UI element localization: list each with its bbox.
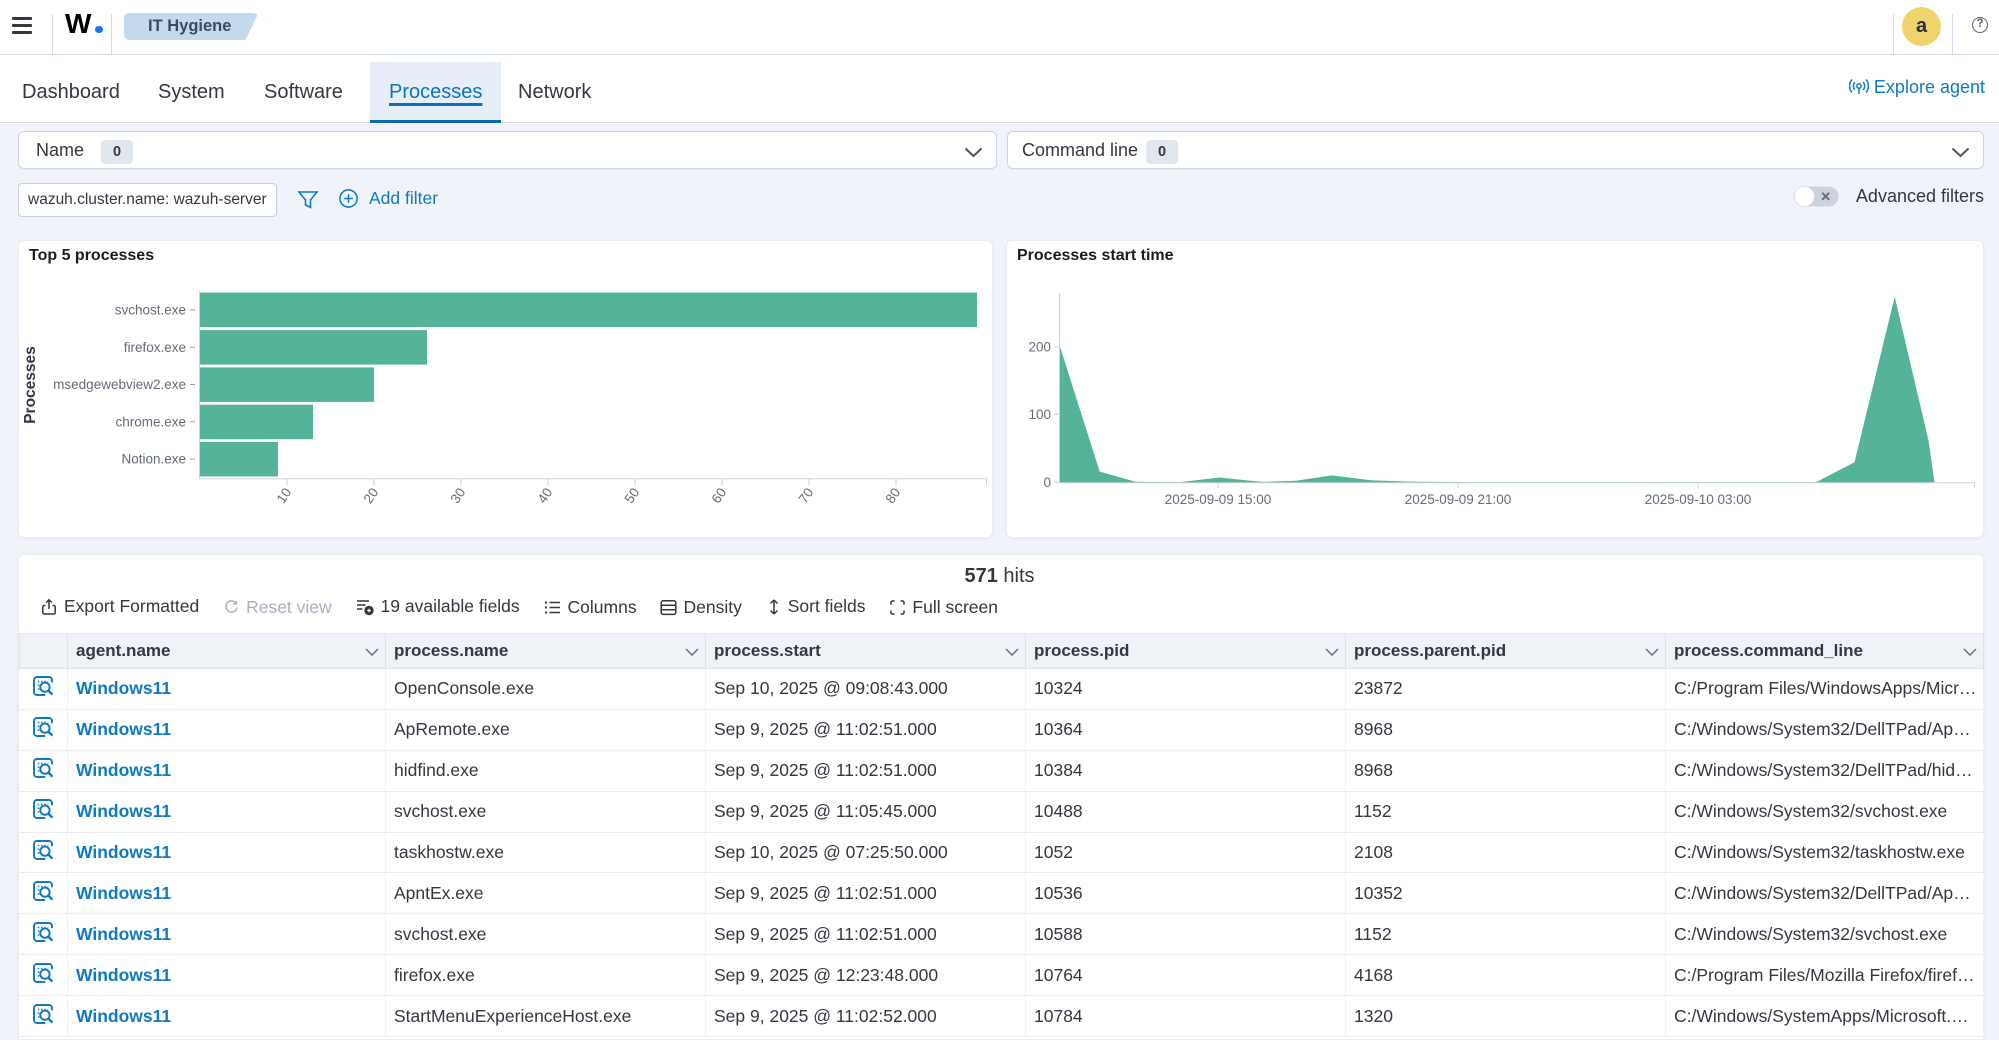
svg-text:2025-09-09 21:00: 2025-09-09 21:00: [1405, 492, 1512, 507]
svg-text:msedgewebview2.exe: msedgewebview2.exe: [53, 377, 186, 392]
svg-text:0: 0: [1043, 475, 1051, 490]
svg-text:50: 50: [622, 485, 643, 506]
svg-text:60: 60: [709, 485, 730, 506]
svg-text:100: 100: [1028, 407, 1051, 422]
svg-text:10: 10: [274, 485, 295, 506]
svg-text:chrome.exe: chrome.exe: [115, 414, 186, 429]
svg-text:firefox.exe: firefox.exe: [124, 340, 186, 355]
svg-text:70: 70: [796, 485, 817, 506]
svg-text:20: 20: [361, 485, 382, 506]
svg-text:Processes: Processes: [22, 346, 39, 424]
svg-text:200: 200: [1028, 340, 1051, 355]
svg-text:Notion.exe: Notion.exe: [121, 452, 186, 467]
svg-text:40: 40: [535, 485, 556, 506]
svg-text:2025-09-09 15:00: 2025-09-09 15:00: [1165, 492, 1272, 507]
svg-text:svchost.exe: svchost.exe: [115, 303, 186, 318]
svg-text:30: 30: [448, 485, 469, 506]
svg-text:80: 80: [883, 485, 904, 506]
svg-text:2025-09-10 03:00: 2025-09-10 03:00: [1645, 492, 1752, 507]
